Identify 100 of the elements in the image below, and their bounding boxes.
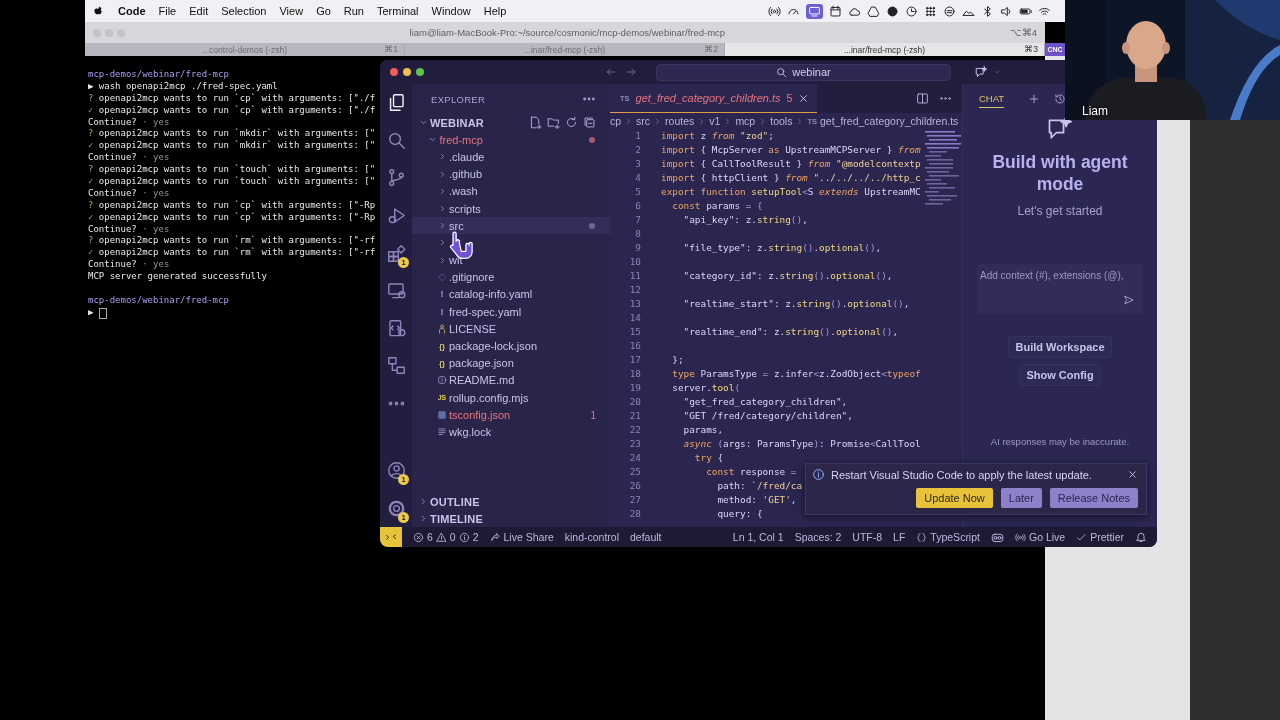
circle-icon[interactable] (886, 4, 899, 18)
search-icon[interactable] (386, 130, 406, 150)
section-title[interactable]: TIMELINE (430, 512, 483, 525)
section-title[interactable]: OUTLINE (430, 495, 480, 508)
close-icon[interactable] (798, 92, 810, 104)
close-icon[interactable] (1127, 469, 1138, 480)
folder-name[interactable]: .claude (449, 150, 485, 163)
menu-item[interactable]: Window (431, 5, 471, 17)
file-name[interactable]: catalog-info.yaml (449, 288, 533, 301)
panel-tab[interactable]: CHAT (979, 89, 1005, 108)
settings-icon[interactable] (386, 498, 406, 518)
status-item[interactable]: default (630, 531, 662, 543)
bell-icon[interactable] (1135, 531, 1147, 543)
remote-button[interactable] (380, 527, 402, 547)
check-icon[interactable] (1076, 531, 1088, 543)
breadcrumb-item[interactable]: mcp (735, 115, 756, 127)
braces-icon[interactable] (916, 531, 928, 543)
warning-icon[interactable] (435, 531, 447, 543)
chat-sparkle-icon[interactable] (975, 65, 988, 79)
breadcrumb-item[interactable]: src (636, 115, 651, 127)
chat-input-field[interactable]: Add context (#), extensions (@), (980, 270, 1140, 281)
code-line: "category_id": z.string().optional(), (682, 270, 893, 281)
file-name[interactable]: package.json (449, 357, 514, 370)
file-name[interactable]: tsconfig.json (449, 408, 511, 421)
source-control-icon[interactable] (386, 168, 406, 188)
breadcrumb-item[interactable]: v1 (709, 115, 721, 127)
calendar-icon[interactable] (829, 4, 842, 18)
menu-item[interactable]: Help (483, 5, 507, 17)
error-icon[interactable] (413, 531, 424, 543)
action-button[interactable]: Show Config (1019, 364, 1101, 386)
welcome-title: Build with agent mode (991, 151, 1129, 195)
terminal-line: openapi2mcp wants to run `rm` with arguments: ["-rf (98, 247, 376, 260)
notification-button[interactable]: Update Now (916, 488, 993, 508)
search-icon (776, 66, 788, 78)
status-item[interactable]: Ln 1, Col 1 (732, 531, 784, 543)
drive-icon[interactable] (867, 4, 880, 18)
split-editor-icon[interactable] (916, 92, 929, 105)
account-icon[interactable] (386, 461, 406, 481)
action-button[interactable]: Build Workspace (1008, 336, 1112, 358)
breadcrumb-item[interactable]: get_fred_category_children.ts (820, 115, 959, 127)
grid-icon[interactable] (924, 4, 937, 18)
status-item[interactable]: kind-control (564, 531, 619, 543)
status-item[interactable]: Prettier (1090, 531, 1124, 543)
display-icon[interactable] (806, 3, 823, 19)
status-item[interactable]: Spaces: 2 (794, 531, 842, 543)
status-item[interactable]: UTF-8 (852, 531, 883, 543)
breadcrumb-item[interactable]: routes (665, 115, 695, 127)
status-item[interactable]: TypeScript (930, 531, 980, 543)
file-name[interactable]: .gitignore (449, 271, 495, 284)
status-item[interactable]: Live Share (503, 531, 554, 543)
section-title[interactable]: WEBINAR (430, 116, 484, 129)
info-icon[interactable] (458, 531, 470, 543)
menu-item[interactable]: Edit (189, 5, 209, 17)
notification-button[interactable]: Release Notes (1049, 488, 1138, 508)
file-name[interactable]: wkg.lock (449, 425, 492, 438)
json-file-icon: {} (438, 341, 446, 351)
terminal-line: openapi2mcp wants to run `cp` with arguments: ["-Rp (98, 199, 376, 212)
new-file-icon[interactable] (529, 116, 542, 130)
circle-icon[interactable] (905, 4, 918, 18)
folder-name[interactable]: .github (449, 168, 483, 181)
volume-icon[interactable] (1000, 4, 1013, 18)
file-name[interactable]: package-lock.json (449, 340, 538, 353)
folder-name[interactable]: src (449, 219, 464, 232)
breadcrumb-item[interactable]: tools (770, 115, 793, 127)
plus-icon[interactable] (1028, 92, 1041, 105)
breadcrumb-item[interactable]: cp (610, 115, 622, 127)
menu-item[interactable]: Terminal (377, 5, 419, 17)
notification-button[interactable]: Later (1000, 488, 1042, 508)
menu-item[interactable]: Selection (221, 5, 267, 17)
folder-name[interactable]: scripts (449, 202, 481, 215)
bluetooth-icon[interactable] (981, 4, 994, 18)
extensions-icon[interactable] (386, 243, 406, 263)
send-icon[interactable] (1123, 294, 1135, 306)
file-name[interactable]: fred-spec.yaml (449, 305, 522, 318)
history-icon[interactable] (1054, 92, 1067, 105)
diagram-icon[interactable] (386, 356, 406, 376)
shortcut-label: ⌥⌘4 (1009, 27, 1037, 38)
container-icon[interactable] (386, 318, 406, 338)
status-item[interactable]: LF (893, 531, 906, 543)
menu-item[interactable]: View (279, 5, 304, 17)
broadcast-icon[interactable] (1014, 531, 1026, 543)
broadcast-icon[interactable] (768, 4, 781, 18)
menu-item[interactable]: Run (343, 5, 364, 17)
circle-icon[interactable] (943, 4, 956, 18)
collapse-icon[interactable] (583, 116, 596, 130)
file-name[interactable]: LICENSE (449, 322, 497, 335)
status-item[interactable]: Go Live (1028, 531, 1066, 543)
run-debug-icon[interactable] (386, 206, 406, 226)
new-folder-icon[interactable] (547, 116, 560, 130)
monitor-icon[interactable] (386, 281, 406, 301)
menu-item[interactable]: File (158, 5, 177, 17)
folder-name[interactable]: .wash (449, 185, 478, 198)
refresh-icon[interactable] (565, 116, 578, 130)
file-name[interactable]: README.md (449, 374, 515, 387)
file-name[interactable]: rollup.config.mjs (449, 391, 529, 404)
search-field[interactable]: webinar (656, 63, 951, 81)
terminal-tab[interactable]: ...inar/fred-mcp (-zsh) ⌘3 (725, 43, 1045, 56)
share-icon[interactable] (489, 531, 501, 543)
menu-item[interactable]: Go (316, 5, 331, 17)
folder-name[interactable]: fred-mcp (439, 133, 483, 146)
